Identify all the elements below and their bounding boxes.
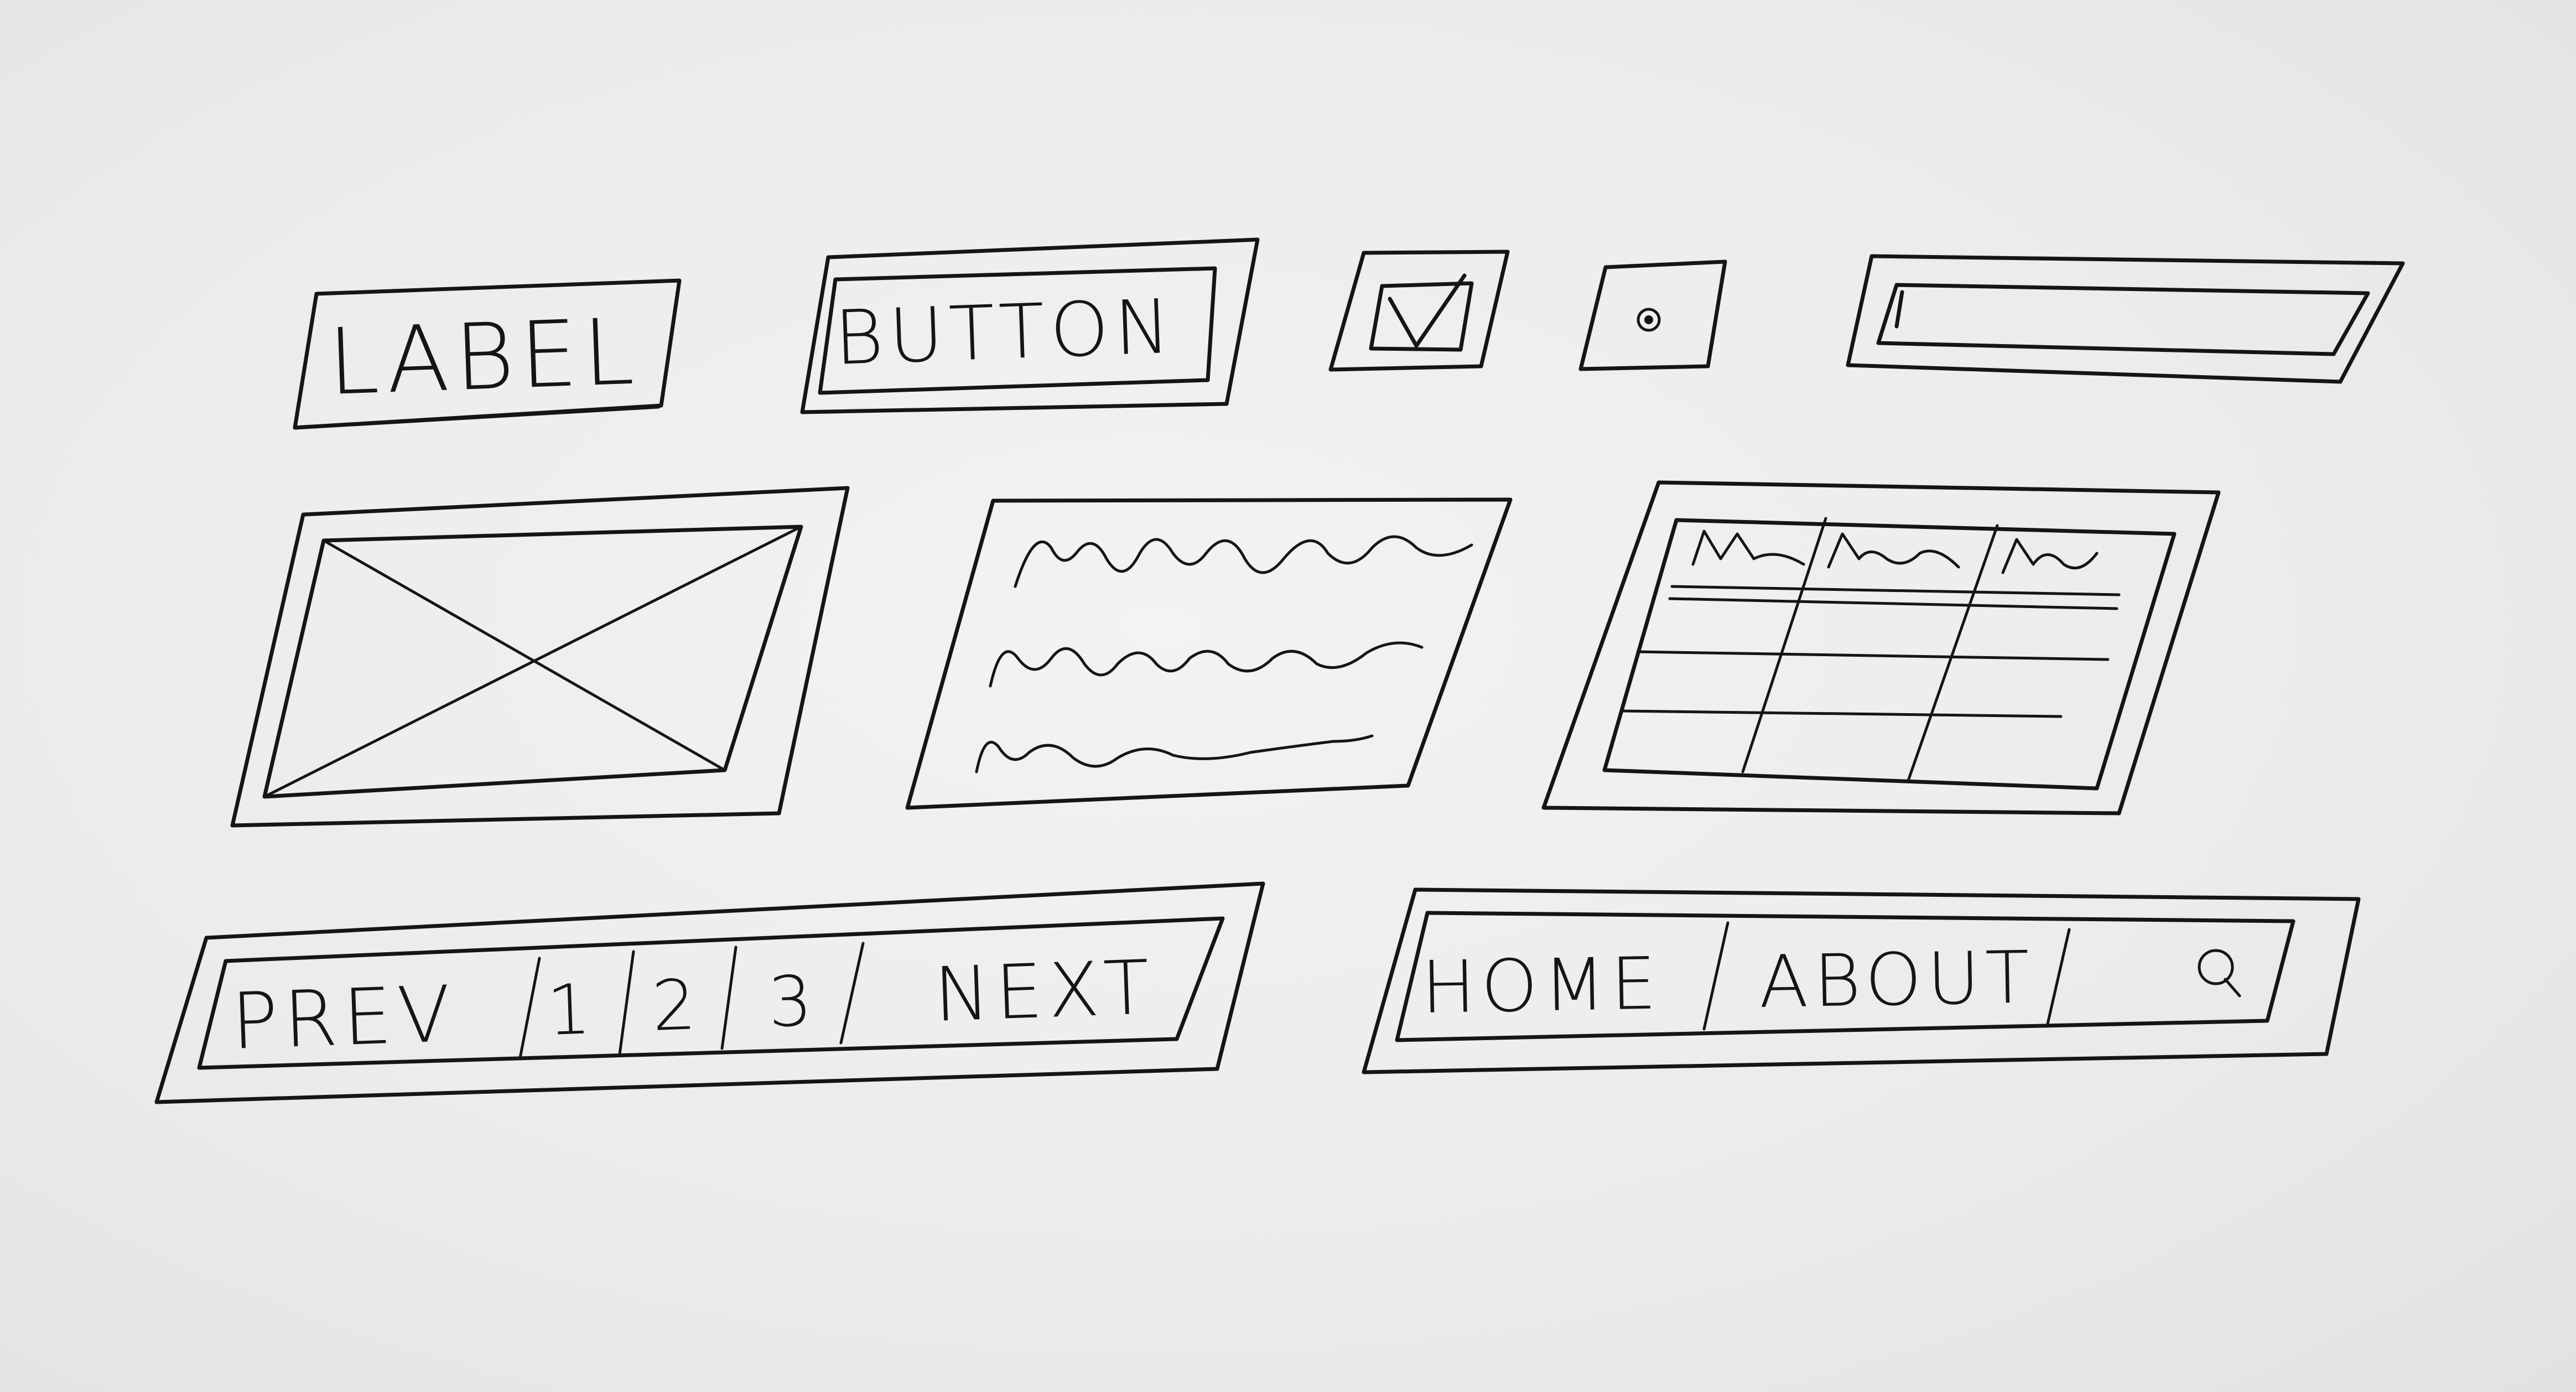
text-line-3	[975, 734, 1374, 773]
pagination-divider-4	[839, 942, 865, 1045]
label-text: LABEL	[326, 298, 641, 415]
label-widget: LABEL	[293, 278, 682, 430]
paragraph-frame	[905, 497, 1513, 810]
page-link-1[interactable]: 1	[546, 969, 598, 1051]
pagination-divider-1	[518, 957, 541, 1059]
prev-link[interactable]: PREV	[230, 969, 457, 1067]
paragraph-widget	[905, 497, 1513, 810]
pagination-divider-2	[618, 950, 635, 1056]
nav-item-about[interactable]: ABOUT	[1758, 935, 2035, 1024]
navbar-divider-1	[1702, 921, 1730, 1031]
radio-frame	[1578, 259, 1727, 371]
page-link-3[interactable]: 3	[767, 961, 819, 1043]
image-placeholder	[230, 486, 850, 828]
text-input-field[interactable]	[1876, 283, 2370, 356]
text-input-widget[interactable]	[1846, 254, 2405, 384]
navbar-widget[interactable]: HOME ABOUT	[1362, 887, 2361, 1074]
table-header-line-1	[1670, 585, 2121, 596]
page-link-2[interactable]: 2	[651, 965, 703, 1047]
radio-widget[interactable]	[1578, 259, 1727, 371]
wireframe-sketch: LABEL BUTTON PREV 1 2 3 NEXT HOME ABOUT	[154, 237, 2405, 1104]
table-row-line-2	[1619, 709, 2063, 718]
pagination-widget[interactable]: PREV 1 2 3 NEXT	[154, 881, 1265, 1104]
table-header-scribble-1	[1691, 529, 1805, 566]
table-header-line-2	[1668, 597, 2118, 610]
text-cursor-icon	[1894, 290, 1904, 329]
image-cross-line-2	[263, 525, 803, 798]
text-line-1	[1014, 535, 1473, 588]
pagination-divider-3	[720, 946, 738, 1050]
nav-item-home[interactable]: HOME	[1421, 941, 1663, 1030]
checkbox-outer-frame	[1328, 250, 1510, 372]
paper-sheet: LABEL BUTTON PREV 1 2 3 NEXT HOME ABOUT	[0, 0, 2576, 1392]
search-icon-handle	[2224, 978, 2241, 998]
table-widget	[1541, 480, 2221, 816]
search-icon-lens	[2198, 949, 2234, 985]
button-widget[interactable]: BUTTON	[800, 237, 1260, 414]
radio-selected-dot	[1644, 315, 1653, 324]
table-header-scribble-3	[2001, 538, 2099, 574]
button-label[interactable]: BUTTON	[833, 283, 1177, 382]
text-input-outer-frame	[1846, 254, 2405, 384]
table-row-line-1	[1636, 650, 2110, 661]
navbar-divider-2	[2045, 928, 2071, 1028]
table-header-scribble-2	[1827, 532, 1960, 569]
next-link[interactable]: NEXT	[933, 944, 1156, 1038]
text-line-2	[989, 641, 1424, 688]
checkbox-widget[interactable]	[1328, 250, 1510, 372]
search-icon[interactable]	[2198, 949, 2241, 998]
